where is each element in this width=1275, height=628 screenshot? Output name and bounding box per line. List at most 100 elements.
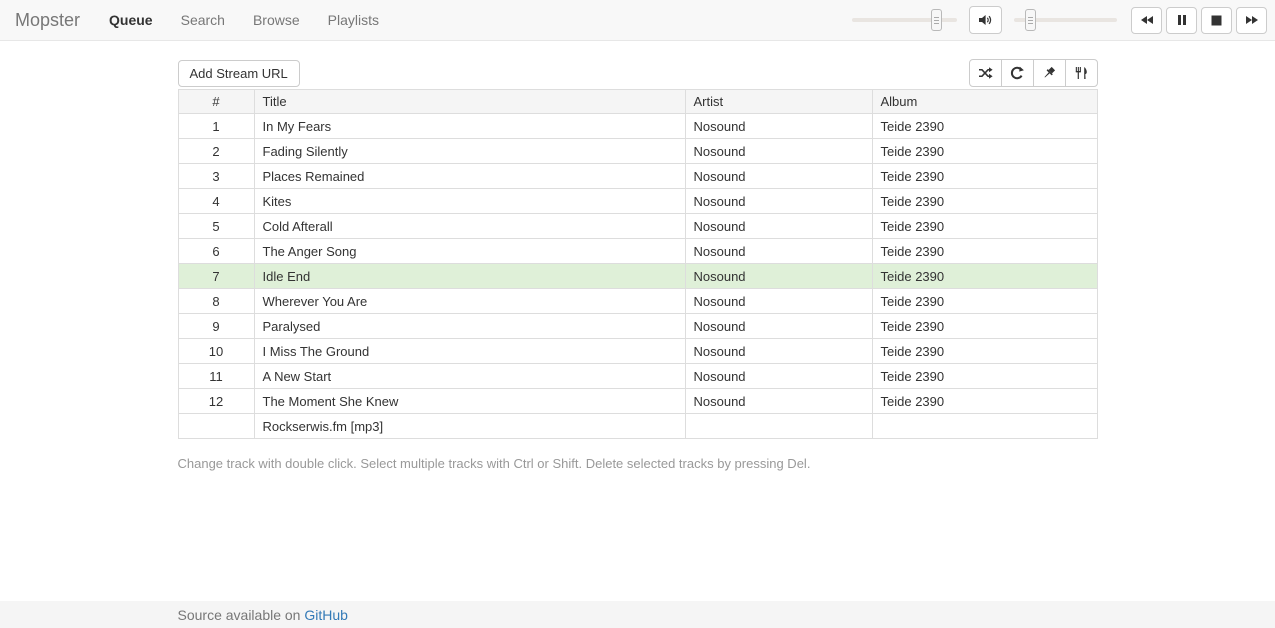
cell-album: Teide 2390	[872, 389, 1097, 414]
single-mode-button[interactable]	[1033, 59, 1066, 87]
cell-title: Wherever You Are	[254, 289, 685, 314]
stop-icon	[1211, 15, 1222, 26]
cell-artist	[685, 414, 872, 439]
navbar: Mopster QueueSearchBrowsePlaylists	[0, 0, 1275, 41]
cell-artist: Nosound	[685, 164, 872, 189]
cell-album: Teide 2390	[872, 139, 1097, 164]
table-row[interactable]: 2Fading SilentlyNosoundTeide 2390	[178, 139, 1097, 164]
cell-num: 7	[178, 264, 254, 289]
table-row[interactable]: 9ParalysedNosoundTeide 2390	[178, 314, 1097, 339]
cell-title: Fading Silently	[254, 139, 685, 164]
cell-num: 8	[178, 289, 254, 314]
cell-title: Kites	[254, 189, 685, 214]
seek-slider[interactable]	[852, 8, 957, 32]
cell-title: Places Remained	[254, 164, 685, 189]
nav-item-queue[interactable]: Queue	[95, 0, 167, 40]
player-controls	[852, 0, 1267, 40]
cell-title: The Anger Song	[254, 239, 685, 264]
table-row[interactable]: 8Wherever You AreNosoundTeide 2390	[178, 289, 1097, 314]
queue-table-header: #TitleArtistAlbum	[178, 90, 1097, 114]
table-row[interactable]: 12The Moment She KnewNosoundTeide 2390	[178, 389, 1097, 414]
table-row[interactable]: 1In My FearsNosoundTeide 2390	[178, 114, 1097, 139]
cell-artist: Nosound	[685, 364, 872, 389]
cell-num: 12	[178, 389, 254, 414]
table-row[interactable]: 6The Anger SongNosoundTeide 2390	[178, 239, 1097, 264]
app-brand[interactable]: Mopster	[0, 10, 95, 31]
cell-num: 9	[178, 314, 254, 339]
cell-artist: Nosound	[685, 389, 872, 414]
cell-album: Teide 2390	[872, 214, 1097, 239]
cutlery-icon	[1074, 66, 1088, 80]
navbar-items: QueueSearchBrowsePlaylists	[95, 0, 393, 40]
cell-num: 11	[178, 364, 254, 389]
cell-title: Paralysed	[254, 314, 685, 339]
repeat-button[interactable]	[1001, 59, 1034, 87]
cell-artist: Nosound	[685, 114, 872, 139]
table-row[interactable]: 11A New StartNosoundTeide 2390	[178, 364, 1097, 389]
pushpin-icon	[1042, 66, 1056, 80]
cell-album: Teide 2390	[872, 314, 1097, 339]
cell-album: Teide 2390	[872, 364, 1097, 389]
nav-item-playlists[interactable]: Playlists	[314, 0, 393, 40]
cell-title: A New Start	[254, 364, 685, 389]
next-button[interactable]	[1236, 7, 1267, 34]
seek-slider-handle[interactable]	[931, 9, 942, 31]
cell-num: 5	[178, 214, 254, 239]
forward-icon	[1245, 14, 1259, 26]
column-header: #	[178, 90, 254, 114]
cell-num: 2	[178, 139, 254, 164]
stop-button[interactable]	[1201, 7, 1232, 34]
table-row[interactable]: 10I Miss The GroundNosoundTeide 2390	[178, 339, 1097, 364]
column-header: Artist	[685, 90, 872, 114]
cell-artist: Nosound	[685, 139, 872, 164]
cell-album: Teide 2390	[872, 164, 1097, 189]
usage-hint: Change track with double click. Select m…	[178, 456, 1098, 471]
cell-title: Idle End	[254, 264, 685, 289]
column-header: Title	[254, 90, 685, 114]
previous-button[interactable]	[1131, 7, 1162, 34]
cell-album: Teide 2390	[872, 239, 1097, 264]
cell-album	[872, 414, 1097, 439]
queue-table: #TitleArtistAlbum 1In My FearsNosoundTei…	[178, 89, 1098, 439]
table-row[interactable]: Rockserwis.fm [mp3]	[178, 414, 1097, 439]
cell-num: 4	[178, 189, 254, 214]
volume-up-icon	[978, 13, 993, 27]
volume-slider-handle[interactable]	[1025, 9, 1036, 31]
volume-mute-button[interactable]	[969, 6, 1002, 34]
cell-artist: Nosound	[685, 289, 872, 314]
table-row[interactable]: 4KitesNosoundTeide 2390	[178, 189, 1097, 214]
footer: Source available on GitHub	[0, 601, 1275, 628]
add-stream-url-button[interactable]: Add Stream URL	[178, 60, 300, 87]
consume-mode-button[interactable]	[1065, 59, 1098, 87]
cell-num: 6	[178, 239, 254, 264]
cell-artist: Nosound	[685, 189, 872, 214]
cell-num	[178, 414, 254, 439]
cell-num: 10	[178, 339, 254, 364]
backward-icon	[1140, 14, 1154, 26]
volume-slider[interactable]	[1014, 8, 1117, 32]
footer-text: Source available on	[178, 607, 301, 623]
cell-title: In My Fears	[254, 114, 685, 139]
cell-album: Teide 2390	[872, 189, 1097, 214]
shuffle-button[interactable]	[969, 59, 1002, 87]
cell-artist: Nosound	[685, 239, 872, 264]
cell-artist: Nosound	[685, 314, 872, 339]
playback-mode-buttons	[969, 59, 1098, 87]
cell-artist: Nosound	[685, 339, 872, 364]
cell-num: 3	[178, 164, 254, 189]
shuffle-icon	[978, 66, 993, 80]
table-row[interactable]: 5Cold AfterallNosoundTeide 2390	[178, 214, 1097, 239]
github-link[interactable]: GitHub	[304, 607, 348, 623]
pause-button[interactable]	[1166, 7, 1197, 34]
cell-title: I Miss The Ground	[254, 339, 685, 364]
cell-album: Teide 2390	[872, 114, 1097, 139]
table-row[interactable]: 3Places RemainedNosoundTeide 2390	[178, 164, 1097, 189]
cell-title: The Moment She Knew	[254, 389, 685, 414]
nav-item-browse[interactable]: Browse	[239, 0, 314, 40]
cell-album: Teide 2390	[872, 339, 1097, 364]
cell-album: Teide 2390	[872, 264, 1097, 289]
nav-item-search[interactable]: Search	[167, 0, 239, 40]
table-row[interactable]: 7Idle EndNosoundTeide 2390	[178, 264, 1097, 289]
cell-artist: Nosound	[685, 264, 872, 289]
cell-title: Rockserwis.fm [mp3]	[254, 414, 685, 439]
